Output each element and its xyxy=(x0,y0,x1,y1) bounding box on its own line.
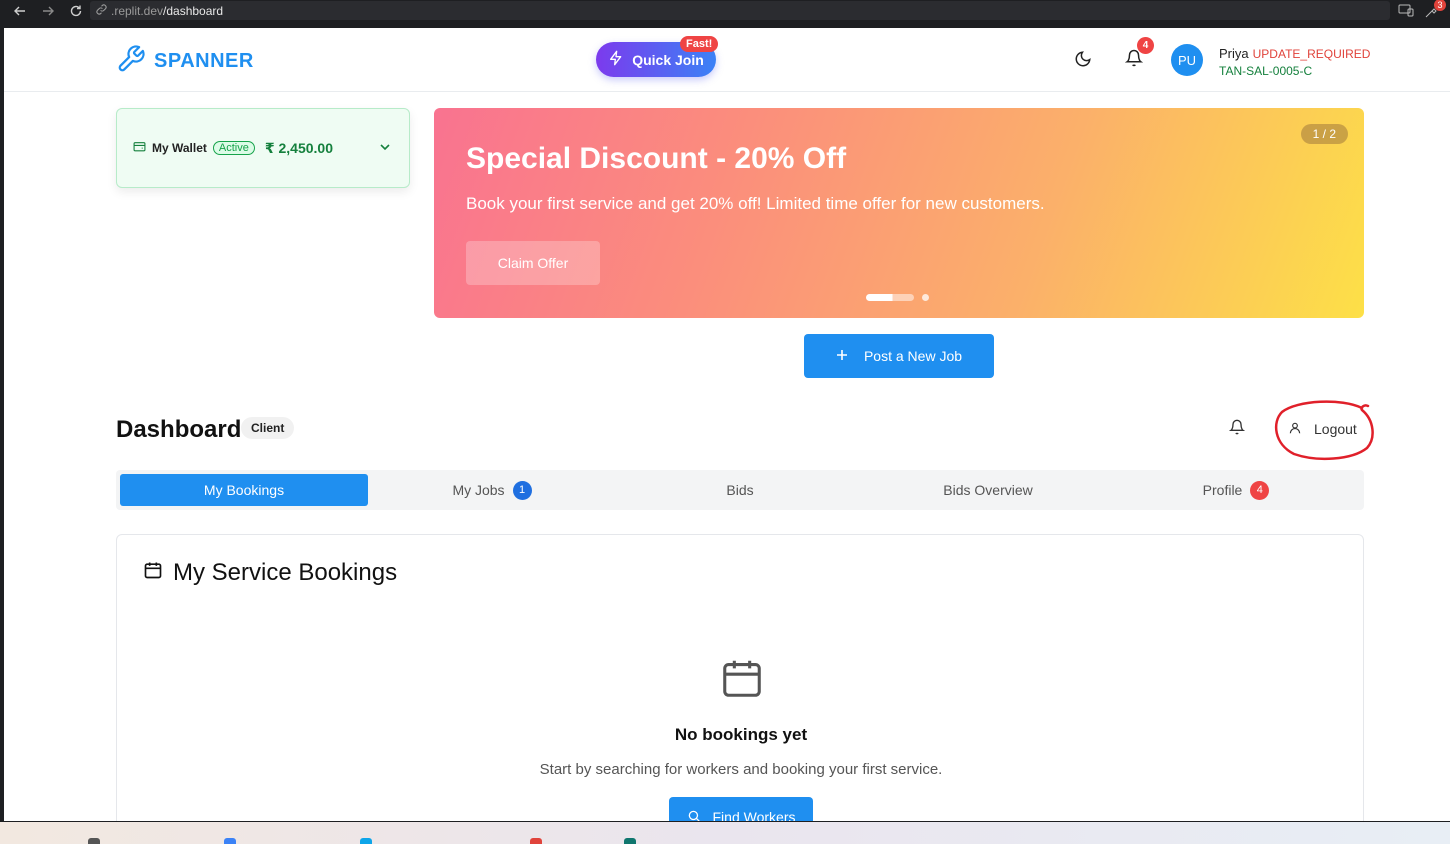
banner-counter: 1 / 2 xyxy=(1300,124,1348,144)
post-job-button[interactable]: Post a New Job xyxy=(804,334,994,378)
empty-state-title: No bookings yet xyxy=(674,725,808,744)
moon-icon[interactable] xyxy=(1074,50,1092,68)
top-header: SPANNER Quick Join Fast! 4 PU Priya UPDA… xyxy=(4,28,1450,92)
bell-icon[interactable] xyxy=(1228,419,1246,440)
card-title: My Service Bookings xyxy=(143,559,397,587)
banner-title: Special Discount - 20% Off xyxy=(466,142,847,175)
carousel-dots xyxy=(866,294,929,301)
cast-icon[interactable] xyxy=(1398,3,1414,20)
url-host: .replit.dev xyxy=(111,3,164,18)
brand-name: SPANNER xyxy=(154,50,254,72)
address-bar[interactable]: .replit.dev/dashboard xyxy=(90,1,1390,20)
find-workers-button[interactable]: Find Workers xyxy=(669,797,813,821)
dashboard-tabs: My Bookings My Jobs 1 Bids Bids Overview… xyxy=(116,470,1364,510)
tab-label: Profile xyxy=(1202,482,1243,498)
os-taskbar xyxy=(0,822,1450,844)
bookings-card: My Service Bookings No bookings yet Star… xyxy=(116,534,1364,821)
site-info-icon[interactable] xyxy=(96,3,107,18)
empty-state-subtitle: Start by searching for workers and booki… xyxy=(539,761,943,778)
tab-label: My Bookings xyxy=(203,482,285,498)
tab-bids-overview[interactable]: Bids Overview xyxy=(864,474,1112,506)
claim-offer-button[interactable]: Claim Offer xyxy=(466,241,600,285)
banner-subtitle: Book your first service and get 20% off!… xyxy=(466,194,1045,213)
carousel-dot-active[interactable] xyxy=(866,294,914,301)
role-badge: Client xyxy=(241,417,295,439)
tab-profile[interactable]: Profile 4 xyxy=(1112,474,1360,506)
brand-logo[interactable]: SPANNER xyxy=(116,44,254,79)
plus-icon xyxy=(836,348,848,364)
quick-join-label: Quick Join xyxy=(632,51,704,68)
tab-alert-badge: 4 xyxy=(1250,480,1270,500)
avatar[interactable]: PU xyxy=(1171,44,1203,76)
fast-badge: Fast! xyxy=(680,36,719,52)
user-name: Priya xyxy=(1219,46,1249,61)
taskbar-app-icon[interactable] xyxy=(530,838,542,844)
forward-icon[interactable] xyxy=(40,3,56,19)
extension-badge: 3 xyxy=(1434,0,1446,11)
user-status: UPDATE_REQUIRED xyxy=(1252,47,1371,61)
card-title-text: My Service Bookings xyxy=(173,559,398,586)
tab-label: My Jobs xyxy=(452,482,505,498)
extension-icon[interactable]: 3 xyxy=(1424,0,1446,20)
app-window: SPANNER Quick Join Fast! 4 PU Priya UPDA… xyxy=(4,28,1450,821)
wallet-card[interactable]: My Wallet Active ₹ 2,450.00 xyxy=(116,108,410,188)
annotation-circle xyxy=(1274,400,1374,460)
tab-bids[interactable]: Bids xyxy=(616,474,864,506)
tab-label: Bids Overview xyxy=(943,482,1033,498)
wallet-status-badge: Active xyxy=(212,141,255,155)
find-workers-label: Find Workers xyxy=(712,809,796,821)
user-info: Priya UPDATE_REQUIRED xyxy=(1219,46,1370,61)
wrench-icon xyxy=(116,44,146,79)
empty-calendar-icon xyxy=(719,655,765,706)
taskbar-app-icon[interactable] xyxy=(224,838,236,844)
tab-count-badge: 1 xyxy=(512,480,532,500)
taskbar-app-icon[interactable] xyxy=(624,838,636,844)
back-icon[interactable] xyxy=(12,3,28,19)
tab-my-bookings[interactable]: My Bookings xyxy=(120,474,368,506)
calendar-icon xyxy=(143,559,163,587)
page-title: Dashboard xyxy=(116,416,242,443)
wallet-amount: ₹ 2,450.00 xyxy=(264,139,334,156)
search-icon xyxy=(687,809,701,821)
reload-icon[interactable] xyxy=(68,3,84,19)
taskbar-app-icon[interactable] xyxy=(360,838,372,844)
wallet-label: My Wallet xyxy=(152,141,207,155)
tab-my-jobs[interactable]: My Jobs 1 xyxy=(368,474,616,506)
tab-label: Bids xyxy=(726,482,754,498)
url-path: /dashboard xyxy=(163,3,224,18)
wallet-icon xyxy=(133,140,146,156)
post-job-label: Post a New Job xyxy=(863,348,963,364)
user-id: TAN-SAL-0005-C xyxy=(1219,64,1313,78)
carousel-dot[interactable] xyxy=(922,294,929,301)
notification-count-badge: 4 xyxy=(1137,37,1154,54)
promo-banner: 1 / 2 Special Discount - 20% Off Book yo… xyxy=(434,108,1364,318)
chevron-down-icon[interactable] xyxy=(379,141,391,156)
browser-toolbar: .replit.dev/dashboard 3 xyxy=(0,0,1450,22)
taskbar-app-icon[interactable] xyxy=(88,838,100,844)
lightning-icon xyxy=(608,50,624,69)
